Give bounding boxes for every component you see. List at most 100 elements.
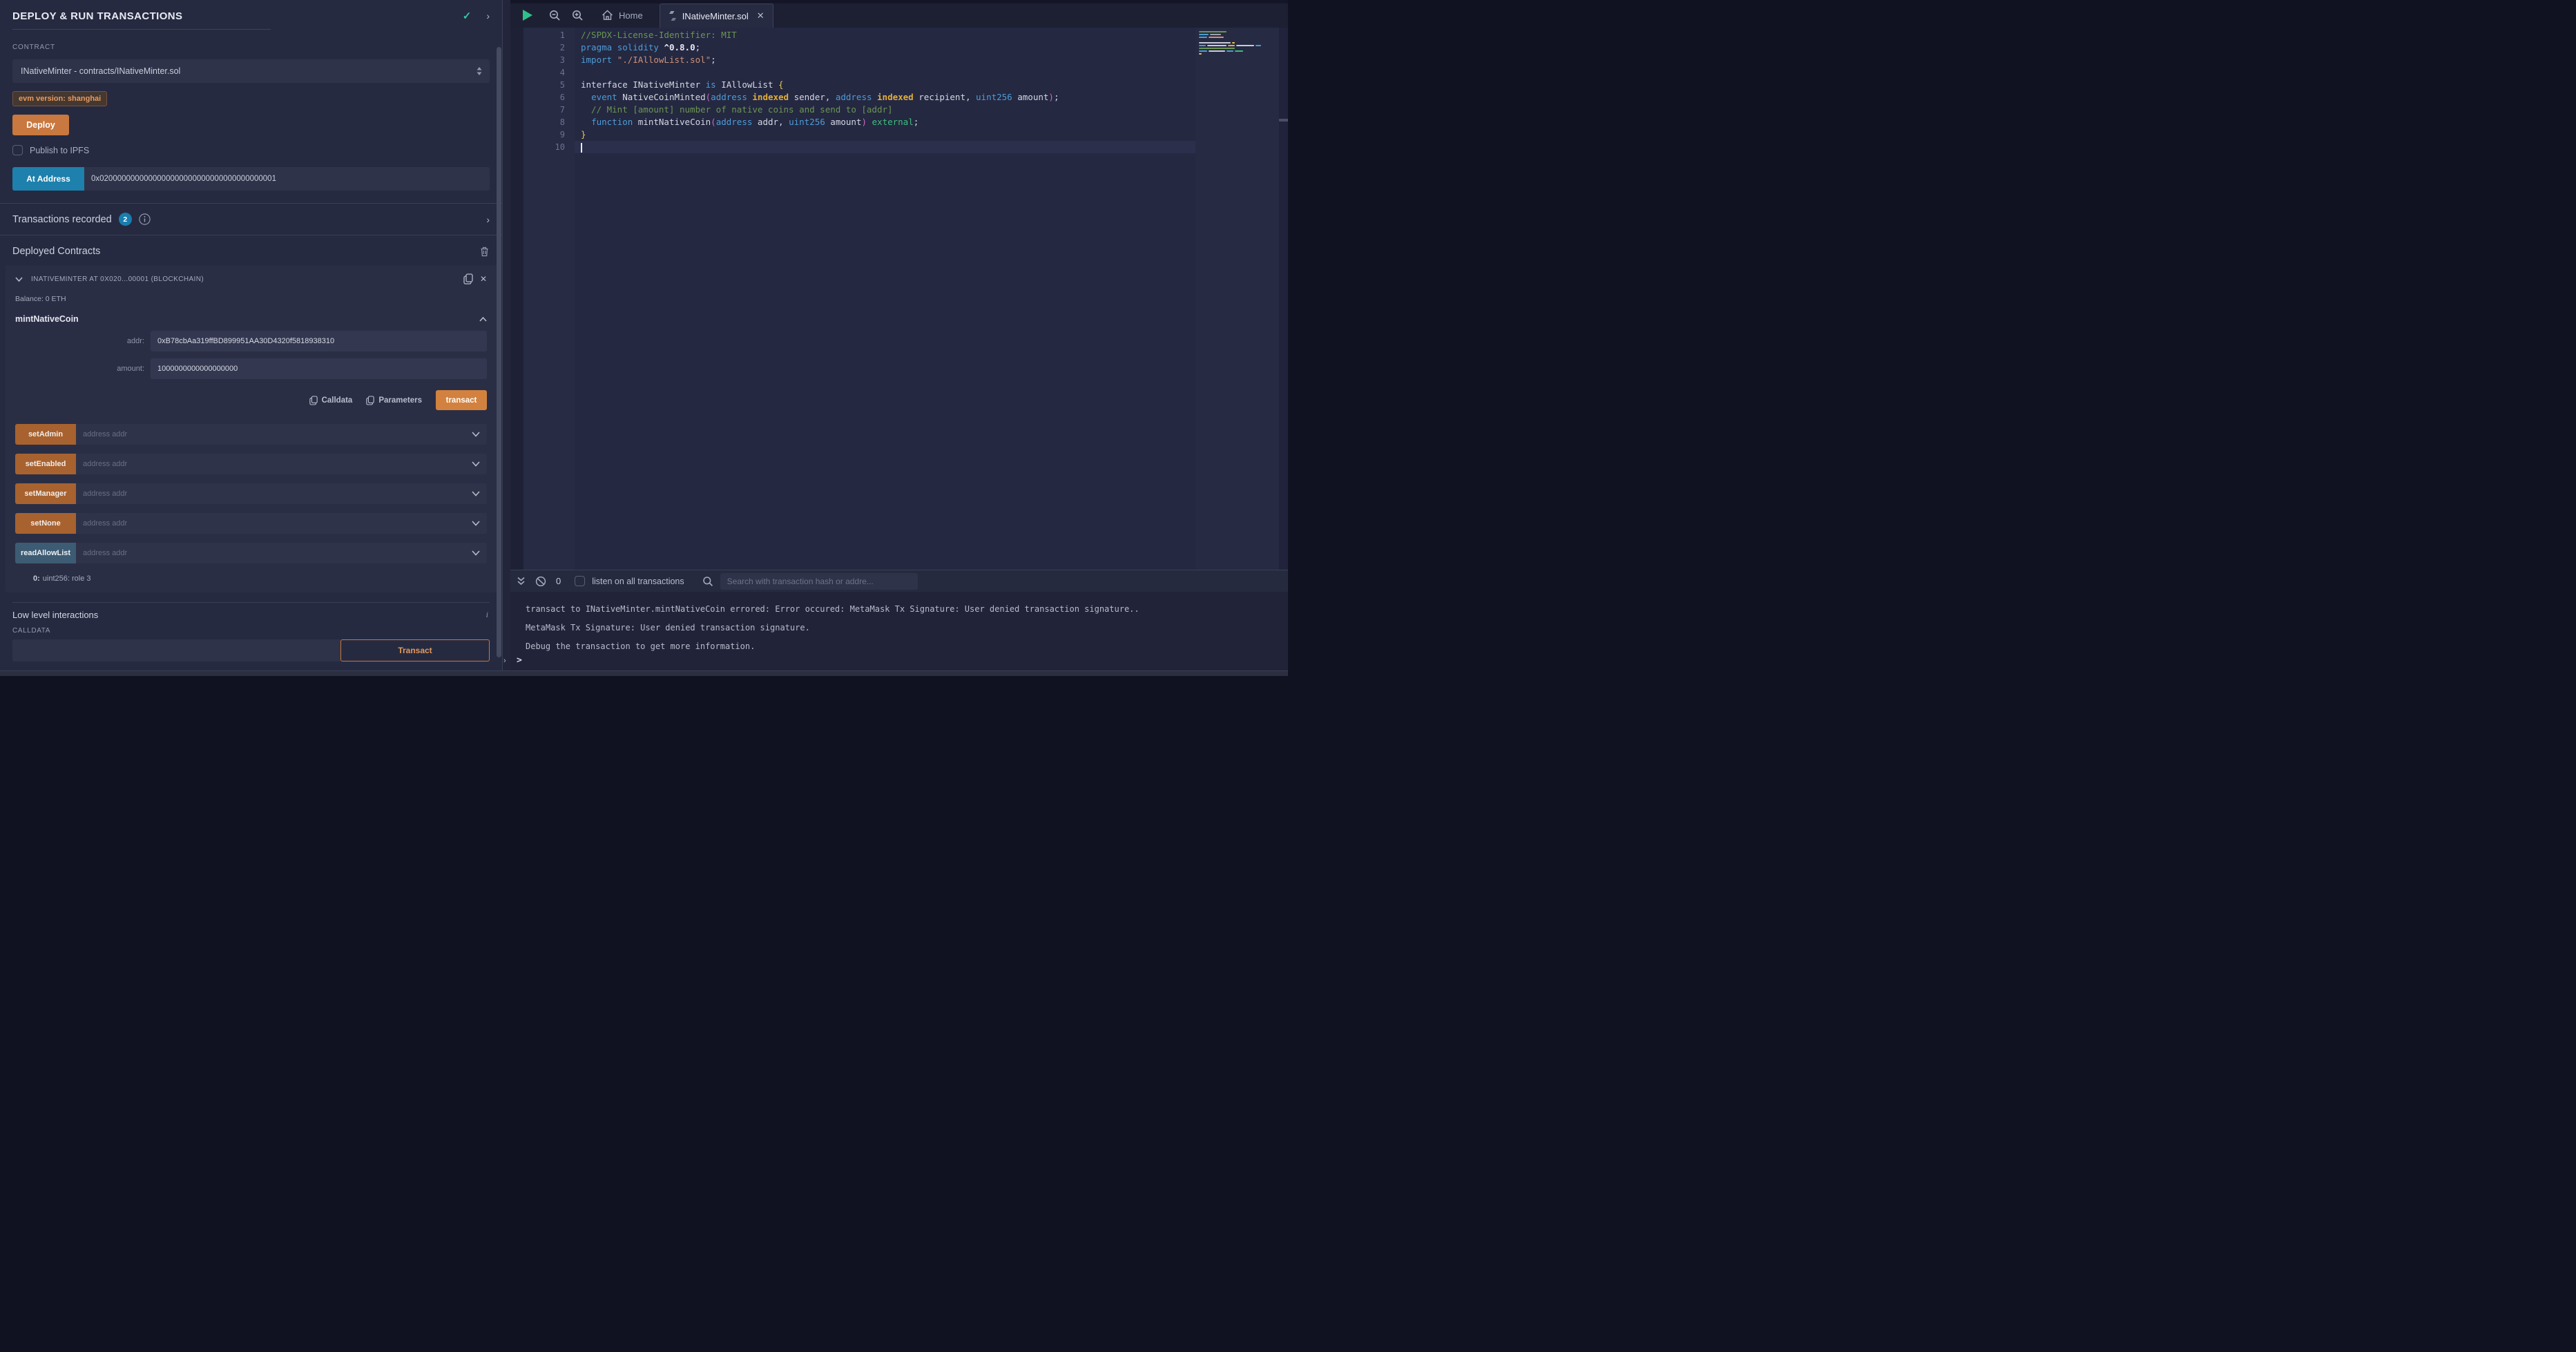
- pending-tx-count: 0: [556, 576, 561, 586]
- code-line-4: 4: [510, 66, 1195, 79]
- line-number: 5: [510, 79, 575, 91]
- low-level-title: Low level interactions: [12, 610, 486, 620]
- panel-chevron-right-icon[interactable]: ›: [486, 10, 490, 21]
- setAdmin-input[interactable]: address addr: [76, 424, 487, 445]
- code-line-3: 3import "./IAllowList.sol";: [510, 54, 1195, 66]
- clear-console-icon[interactable]: [535, 576, 546, 587]
- at-address-input[interactable]: [84, 167, 490, 191]
- setEnabled-button[interactable]: setEnabled: [15, 454, 76, 474]
- line-content: [575, 66, 1195, 79]
- select-arrows-icon: [476, 66, 483, 76]
- setAdmin-button[interactable]: setAdmin: [15, 424, 76, 445]
- low-level-transact-button[interactable]: Transact: [340, 639, 490, 661]
- setManager-button[interactable]: setManager: [15, 483, 76, 504]
- search-icon: [702, 576, 713, 587]
- line-content: }: [575, 128, 1195, 141]
- solidity-file-icon: [669, 10, 677, 21]
- info-icon: [139, 213, 151, 225]
- line-content: // Mint [amount] number of native coins …: [575, 104, 1195, 116]
- setNone-input[interactable]: address addr: [76, 513, 487, 534]
- expand-terminal-icon[interactable]: [517, 577, 526, 586]
- tab-label: INativeMinter.sol: [682, 11, 749, 21]
- panel-scrollbar[interactable]: [497, 47, 501, 657]
- code-line-7: 7 // Mint [amount] number of native coin…: [510, 104, 1195, 116]
- code-line-6: 6 event NativeCoinMinted(address indexed…: [510, 91, 1195, 104]
- listen-all-transactions-label: listen on all transactions: [592, 577, 684, 586]
- line-content: interface INativeMinter is IAllowList {: [575, 79, 1195, 91]
- zoom-out-icon[interactable]: [549, 10, 561, 21]
- expand-function-chevron-icon[interactable]: [472, 521, 480, 526]
- publish-ipfs-checkbox[interactable]: [12, 145, 23, 155]
- line-number: 8: [510, 116, 575, 128]
- terminal: 0 listen on all transactions transact to…: [510, 570, 1288, 670]
- close-tab-icon[interactable]: ✕: [757, 10, 765, 21]
- tab-home[interactable]: Home: [602, 10, 643, 21]
- line-number: 10: [510, 141, 575, 153]
- terminal-search-input[interactable]: [720, 573, 918, 590]
- terminal-message: transact to INativeMinter.mintNativeCoin…: [510, 603, 1288, 615]
- line-number: 2: [510, 41, 575, 54]
- transact-button[interactable]: transact: [436, 390, 487, 410]
- minimap-column[interactable]: [1195, 28, 1279, 570]
- field-label: addr:: [15, 337, 151, 345]
- divider-chevron-icon[interactable]: ›: [503, 657, 506, 665]
- setNone-button[interactable]: setNone: [15, 513, 76, 534]
- text-cursor: [581, 143, 582, 153]
- function-field-row: amount:: [15, 358, 487, 379]
- code-editor[interactable]: 1//SPDX-License-Identifier: MIT2pragma s…: [510, 28, 1288, 570]
- deploy-button[interactable]: Deploy: [12, 115, 69, 135]
- code-line-10: 10: [510, 141, 1195, 153]
- contract-select[interactable]: INativeMinter - contracts/INativeMinter.…: [12, 59, 490, 83]
- field-input-amount[interactable]: [151, 358, 487, 379]
- calldata-input[interactable]: [12, 639, 340, 661]
- trash-icon[interactable]: [479, 246, 490, 257]
- editor-scrollbar[interactable]: [1279, 28, 1288, 570]
- status-bar: [0, 670, 1288, 676]
- expand-function-chevron-icon[interactable]: [472, 491, 480, 496]
- setEnabled-input[interactable]: address addr: [76, 454, 487, 474]
- input-placeholder: address addr: [83, 519, 472, 528]
- run-script-play-icon[interactable]: [523, 10, 532, 21]
- tab-inativeminter[interactable]: INativeMinter.sol ✕: [660, 3, 773, 28]
- expand-function-chevron-icon[interactable]: [472, 432, 480, 437]
- terminal-header: 0 listen on all transactions: [510, 570, 1288, 592]
- remove-contract-icon[interactable]: ✕: [480, 274, 487, 284]
- remix-ide-window: DEPLOY & RUN TRANSACTIONS ✓ › CONTRACT I…: [0, 0, 1288, 676]
- transactions-expand-chevron-icon[interactable]: ›: [486, 214, 490, 225]
- transactions-recorded-section: Transactions recorded 2 ›: [0, 203, 502, 235]
- deployed-contract-card: INATIVEMINTER AT 0X020...00001 (BLOCKCHA…: [6, 265, 497, 592]
- editor-scrollbar-thumb[interactable]: [1279, 119, 1288, 122]
- status-check-icon: ✓: [463, 10, 472, 22]
- at-address-button[interactable]: At Address: [12, 167, 84, 191]
- listen-all-transactions-checkbox[interactable]: [575, 576, 585, 586]
- copy-calldata-button[interactable]: Calldata: [309, 396, 353, 405]
- contract-collapse-chevron-icon[interactable]: [15, 277, 23, 282]
- line-content: //SPDX-License-Identifier: MIT: [575, 29, 1195, 41]
- terminal-message: MetaMask Tx Signature: User denied trans…: [510, 621, 1288, 634]
- terminal-prompt[interactable]: >: [517, 655, 522, 666]
- expand-function-chevron-icon[interactable]: [472, 550, 480, 556]
- code-line-1: 1//SPDX-License-Identifier: MIT: [510, 29, 1195, 41]
- setManager-input[interactable]: address addr: [76, 483, 487, 504]
- terminal-output: transact to INativeMinter.mintNativeCoin…: [510, 592, 1288, 670]
- deploy-run-panel: DEPLOY & RUN TRANSACTIONS ✓ › CONTRACT I…: [0, 0, 502, 670]
- field-input-addr[interactable]: [151, 331, 487, 351]
- calldata-label: CALLDATA: [12, 627, 490, 635]
- minimap[interactable]: [1199, 31, 1268, 56]
- readAllowList-input[interactable]: address addr: [76, 543, 487, 563]
- home-icon: [602, 10, 613, 21]
- line-number: 4: [510, 66, 575, 79]
- function-collapse-chevron-icon[interactable]: [479, 317, 487, 322]
- publish-ipfs-label: Publish to IPFS: [30, 146, 89, 155]
- panel-resize-divider[interactable]: ›: [502, 0, 510, 670]
- contract-label: CONTRACT: [12, 44, 490, 51]
- function-row-setEnabled: setEnabledaddress addr: [15, 454, 487, 474]
- expand-function-chevron-icon[interactable]: [472, 461, 480, 467]
- line-number: 1: [510, 29, 575, 41]
- copy-address-icon[interactable]: [463, 273, 473, 284]
- open-function-name: mintNativeCoin: [15, 314, 479, 324]
- readAllowList-button[interactable]: readAllowList: [15, 543, 76, 563]
- zoom-in-icon[interactable]: [572, 10, 584, 21]
- code-line-5: 5interface INativeMinter is IAllowList {: [510, 79, 1195, 91]
- copy-parameters-button[interactable]: Parameters: [366, 396, 422, 405]
